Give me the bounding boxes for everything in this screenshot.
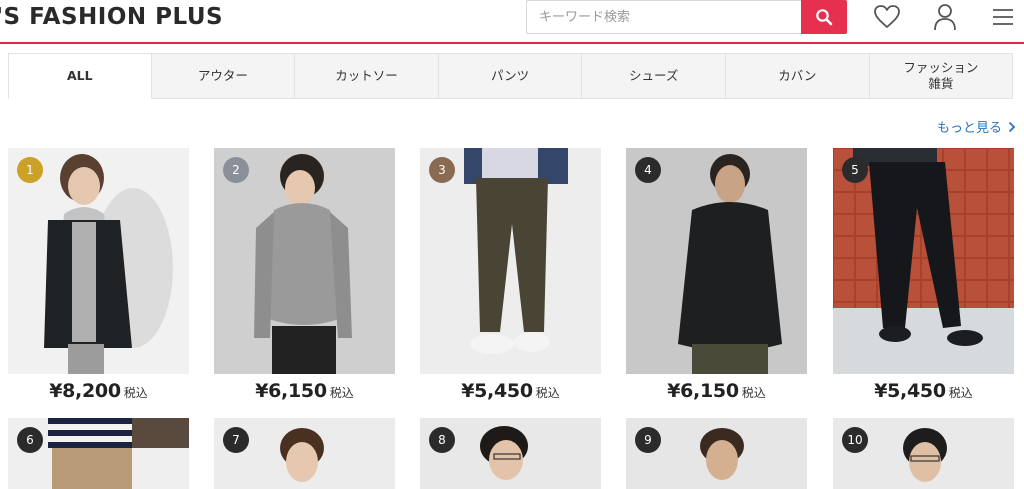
product-image[interactable]: 9 <box>626 418 807 489</box>
product-image[interactable]: 6 <box>8 418 189 489</box>
site-header: 'S FASHION PLUS <box>0 0 1024 44</box>
tax-label: 税込 <box>329 386 354 400</box>
product-card[interactable]: 10 <box>833 418 1014 489</box>
tax-label: 税込 <box>535 386 560 400</box>
rank-badge: 6 <box>17 427 43 453</box>
product-card[interactable]: 6 <box>8 418 189 489</box>
tax-label: 税込 <box>741 386 766 400</box>
product-card[interactable]: 7 <box>214 418 395 489</box>
product-card[interactable]: 8 <box>420 418 601 489</box>
tab-all[interactable]: ALL <box>8 53 152 99</box>
product-image[interactable]: 10 <box>833 418 1014 489</box>
site-logo[interactable]: 'S FASHION PLUS <box>0 4 223 30</box>
rank-badge: 5 <box>842 157 868 183</box>
rank-badge: 10 <box>842 427 868 453</box>
product-card[interactable]: 2 ¥6,150 税込 <box>214 148 395 402</box>
tax-label: 税込 <box>948 386 973 400</box>
chevron-right-icon <box>1008 121 1016 132</box>
favorites-button[interactable] <box>872 3 902 31</box>
more-link[interactable]: もっと見る <box>937 117 1016 136</box>
product-price: ¥6,150 <box>667 380 739 402</box>
tab-fashion-goods[interactable]: ファッション 雑貨 <box>869 53 1014 99</box>
menu-button[interactable] <box>988 3 1018 31</box>
product-price: ¥6,150 <box>255 380 327 402</box>
product-card[interactable]: 9 <box>626 418 807 489</box>
tab-outer[interactable]: アウター <box>151 53 296 99</box>
product-image[interactable]: 1 <box>8 148 189 374</box>
rank-badge: 9 <box>635 427 661 453</box>
product-image[interactable]: 8 <box>420 418 601 489</box>
product-image[interactable]: 7 <box>214 418 395 489</box>
rank-badge: 8 <box>429 427 455 453</box>
account-button[interactable] <box>930 3 960 31</box>
product-card[interactable]: 5 ¥5,450 税込 <box>833 148 1014 402</box>
product-image[interactable]: 3 <box>420 148 601 374</box>
product-card[interactable]: 4 ¥6,150 税込 <box>626 148 807 402</box>
product-image[interactable]: 2 <box>214 148 395 374</box>
tab-shoes[interactable]: シューズ <box>582 53 726 99</box>
menu-icon <box>993 9 1013 25</box>
product-price: ¥5,450 <box>874 380 946 402</box>
rank-badge: 7 <box>223 427 249 453</box>
heart-icon <box>874 5 900 28</box>
rank-badge: 4 <box>635 157 661 183</box>
product-card[interactable]: 3 ¥5,450 税込 <box>420 148 601 402</box>
product-image[interactable]: 4 <box>626 148 807 374</box>
tax-label: 税込 <box>123 386 148 400</box>
tab-bags[interactable]: カバン <box>725 53 870 99</box>
product-card[interactable]: 1 ¥8,200 税込 <box>8 148 189 402</box>
search-input[interactable] <box>527 1 802 33</box>
tab-cut-and-sewn[interactable]: カットソー <box>295 53 439 99</box>
rank-badge: 2 <box>223 157 249 183</box>
product-image[interactable]: 5 <box>833 148 1014 374</box>
user-icon <box>934 4 956 31</box>
tab-pants[interactable]: パンツ <box>438 53 583 99</box>
rank-badge: 3 <box>429 157 455 183</box>
rank-badge: 1 <box>17 157 43 183</box>
category-tabs: ALL アウター カットソー パンツ シューズ カバン ファッション 雑貨 <box>8 53 1024 99</box>
search-icon <box>816 9 833 26</box>
product-price: ¥5,450 <box>461 380 533 402</box>
search-button[interactable] <box>801 0 847 34</box>
product-price: ¥8,200 <box>49 380 121 402</box>
search-box <box>526 0 802 34</box>
